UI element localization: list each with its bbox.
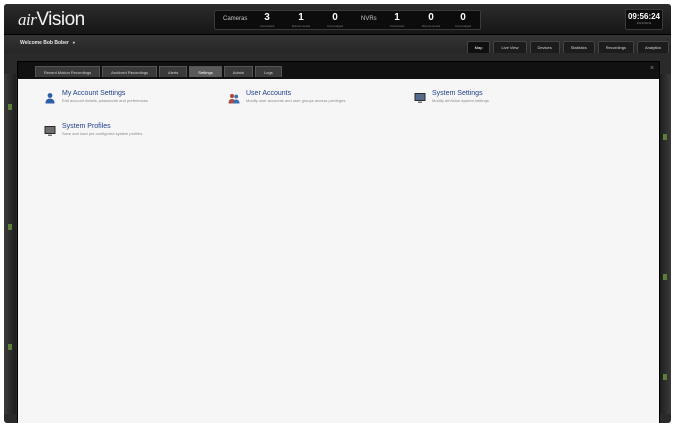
clock: 09:56:24 2013/06/11 bbox=[625, 9, 663, 30]
my-account-title: My Account Settings bbox=[62, 90, 126, 97]
device-stats-panel: Cameras 3 Connected 1 Disconnected 0 Unm… bbox=[214, 10, 481, 30]
top-header: airVision Cameras 3 Connected 1 Disconne… bbox=[4, 4, 671, 35]
tab-settings[interactable]: Settings bbox=[189, 66, 222, 77]
user-nav-bar: Welcome Bob Bober ▾ Map Live View Devices… bbox=[4, 35, 671, 53]
cameras-unmanaged-count: 0 bbox=[332, 12, 338, 23]
tab-live-view[interactable]: Live View bbox=[493, 41, 527, 53]
tab-statistics[interactable]: Statistics bbox=[562, 41, 595, 53]
nvrs-disconnected-count: 0 bbox=[428, 12, 434, 23]
tab-logs[interactable]: Logs bbox=[255, 66, 282, 77]
tab-devices[interactable]: Devices bbox=[529, 41, 560, 53]
system-settings-title: System Settings bbox=[432, 90, 483, 97]
map-background-left bbox=[4, 74, 16, 414]
map-background-right bbox=[660, 74, 671, 414]
settings-content: My Account Settings Edit account details… bbox=[18, 79, 659, 423]
panel-tabs: Recent Motion Recordings Archived Record… bbox=[35, 66, 282, 77]
cameras-disconnected-count: 1 bbox=[298, 12, 304, 23]
cameras-connected-count: 3 bbox=[264, 12, 270, 23]
system-profiles-desc: Save and load pre-configured system prof… bbox=[62, 131, 143, 136]
welcome-text: Welcome Bob Bober bbox=[20, 40, 69, 46]
cameras-disconnected-label: Disconnected bbox=[291, 24, 311, 28]
app-window: airVision Cameras 3 Connected 1 Disconne… bbox=[4, 4, 671, 423]
cameras-connected-label: Connected bbox=[259, 24, 275, 28]
nvrs-disconnected-label: Disconnected bbox=[421, 24, 441, 28]
main-nav-tabs: Map Live View Devices Statistics Recordi… bbox=[466, 41, 669, 53]
tab-recent-motion-recordings[interactable]: Recent Motion Recordings bbox=[35, 66, 101, 77]
system-profiles-item[interactable]: System Profiles Save and load pre-config… bbox=[44, 123, 142, 137]
nvrs-connected-count: 1 bbox=[394, 12, 400, 23]
panel-tab-bar: Recent Motion Recordings Archived Record… bbox=[18, 62, 659, 79]
nvrs-unmanaged-count: 0 bbox=[460, 12, 466, 23]
user-accounts-desc: Modify user accounts and user groups acc… bbox=[246, 98, 346, 103]
user-accounts-item[interactable]: User Accounts Modify user accounts and u… bbox=[228, 90, 345, 104]
cameras-unmanaged-label: Unmanaged bbox=[326, 24, 344, 28]
system-profiles-title: System Profiles bbox=[62, 123, 111, 130]
cameras-label: Cameras bbox=[223, 16, 248, 22]
close-icon[interactable]: × bbox=[650, 65, 654, 72]
tab-alerts[interactable]: Alerts bbox=[159, 66, 188, 77]
tab-map[interactable]: Map bbox=[466, 41, 491, 53]
user-icon bbox=[45, 93, 55, 104]
monitor-icon bbox=[44, 126, 56, 136]
nvrs-label: NVRs bbox=[361, 16, 377, 22]
logo-main: Vision bbox=[36, 9, 85, 30]
tab-admin[interactable]: Admin bbox=[223, 66, 254, 77]
system-settings-item[interactable]: System Settings Modify airVision system … bbox=[414, 90, 489, 104]
user-menu[interactable]: Welcome Bob Bober ▾ bbox=[20, 40, 75, 46]
users-icon bbox=[228, 93, 240, 104]
app-logo: airVision bbox=[18, 9, 85, 31]
tab-archived-recordings[interactable]: Archived Recordings bbox=[102, 66, 158, 77]
chevron-down-icon: ▾ bbox=[72, 40, 75, 45]
tab-analytics[interactable]: Analytics bbox=[636, 41, 669, 53]
nvrs-connected-label: Connected bbox=[389, 24, 405, 28]
clock-time: 09:56:24 bbox=[627, 12, 661, 21]
logo-prefix: air bbox=[18, 10, 37, 29]
settings-panel: Recent Motion Recordings Archived Record… bbox=[17, 61, 660, 423]
tab-recordings[interactable]: Recordings bbox=[597, 41, 634, 53]
my-account-desc: Edit account details, passwords and pref… bbox=[62, 98, 149, 103]
system-settings-desc: Modify airVision system settings bbox=[432, 98, 489, 103]
user-accounts-title: User Accounts bbox=[246, 90, 292, 97]
clock-date: 2013/06/11 bbox=[636, 21, 652, 25]
my-account-settings-item[interactable]: My Account Settings Edit account details… bbox=[44, 90, 148, 104]
nvrs-unmanaged-label: Unmanaged bbox=[454, 24, 472, 28]
monitor-icon bbox=[414, 93, 426, 103]
